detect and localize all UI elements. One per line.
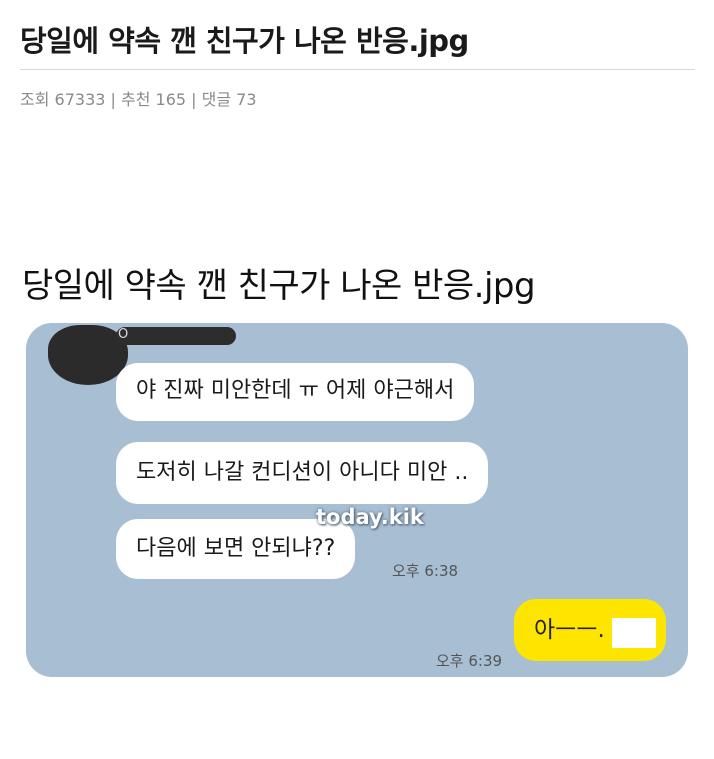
message-bubble: 야 진짜 미안한데 ㅠ 어제 야근해서	[116, 363, 475, 421]
reply-time: 오후 6:39	[436, 652, 503, 670]
message-bubble: 도저히 나갈 컨디션이 아니다 미안 ..	[116, 442, 489, 504]
chat-screenshot: O 야 진짜 미안한데 ㅠ 어제 야근해서 도저히 나갈 컨디션이 아니다 미안…	[26, 323, 688, 677]
sender-initial: O	[118, 327, 129, 342]
post-title: 당일에 약속 깬 친구가 나온 반응.jpg	[20, 24, 469, 58]
watermark: today.kik	[316, 505, 424, 529]
message-time: 오후 6:38	[392, 562, 459, 580]
post-meta: 조회 67333 | 추천 165 | 댓글 73	[20, 90, 257, 109]
censored-reply-block	[612, 618, 656, 648]
image-title: 당일에 약속 깬 친구가 나온 반응.jpg	[22, 266, 536, 306]
title-divider	[20, 69, 695, 70]
censored-sender-name	[116, 327, 236, 345]
